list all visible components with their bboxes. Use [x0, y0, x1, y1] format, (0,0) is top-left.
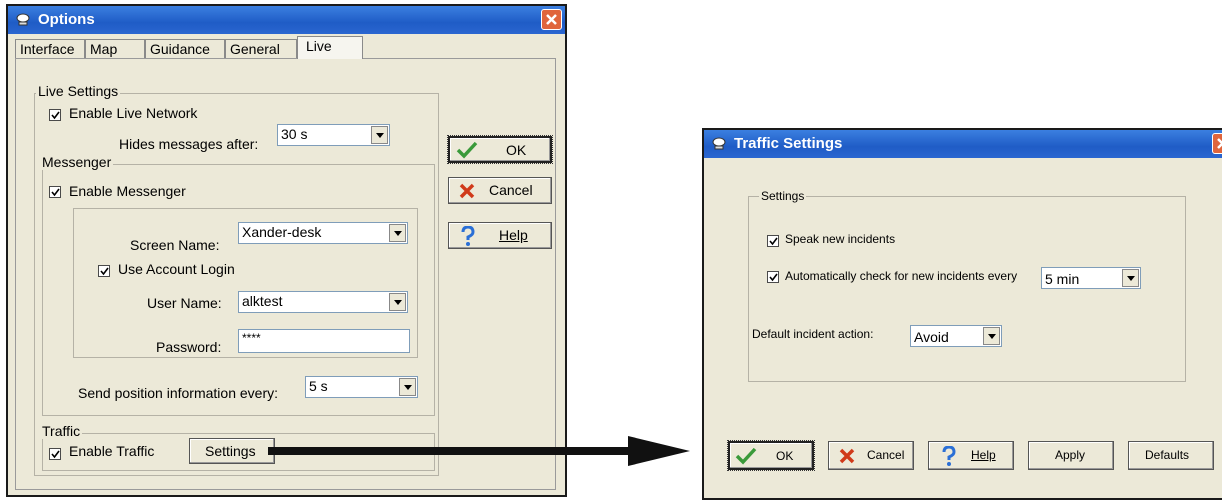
chevron-down-icon	[394, 231, 402, 236]
default-action-value: Avoid	[914, 329, 949, 345]
app-icon	[16, 13, 30, 26]
ts-apply-button[interactable]: Apply	[1028, 441, 1114, 470]
traffic-settings-title: Traffic Settings	[734, 135, 843, 152]
ts-apply-button-label: Apply	[1055, 448, 1086, 462]
hides-messages-select[interactable]: 30 s	[277, 124, 390, 146]
dropdown-arrow[interactable]	[1122, 269, 1139, 287]
help-button-label: Help	[499, 227, 528, 243]
chevron-down-icon	[988, 334, 996, 339]
ts-cancel-button-label: Cancel	[867, 448, 905, 462]
hides-messages-label: Hides messages after:	[119, 136, 259, 152]
enable-traffic-label: Enable Traffic	[69, 443, 155, 459]
ts-ok-button-label: OK	[776, 449, 794, 463]
speak-new-incidents-label: Speak new incidents	[785, 232, 896, 246]
tab-general[interactable]: General	[225, 39, 297, 58]
check-icon	[51, 188, 60, 197]
dropdown-arrow[interactable]	[389, 293, 406, 311]
dropdown-arrow[interactable]	[389, 224, 406, 242]
dropdown-arrow[interactable]	[983, 327, 1000, 345]
speak-new-incidents-checkbox[interactable]	[767, 235, 779, 247]
user-name-select[interactable]: alktest	[238, 291, 408, 313]
default-action-select[interactable]: Avoid	[910, 325, 1002, 347]
x-icon	[459, 183, 475, 199]
cancel-button-label: Cancel	[489, 182, 533, 198]
chevron-down-icon	[1127, 276, 1135, 281]
enable-live-network-checkbox[interactable]	[49, 109, 61, 121]
messenger-label: Messenger	[40, 154, 114, 170]
password-value: ****	[242, 331, 261, 345]
auto-check-label: Automatically check for new incidents ev…	[785, 269, 1018, 283]
auto-check-checkbox[interactable]	[767, 271, 779, 283]
ok-button[interactable]: OK	[447, 135, 553, 164]
ts-defaults-button-label: Defaults	[1145, 448, 1190, 462]
password-field[interactable]: ****	[238, 329, 410, 353]
help-icon	[942, 446, 956, 466]
traffic-label: Traffic	[40, 423, 83, 439]
auto-check-select[interactable]: 5 min	[1041, 267, 1141, 289]
traffic-settings-titlebar[interactable]: Traffic Settings	[704, 130, 1222, 158]
options-window: Options Interface Map Guidance General L…	[6, 4, 567, 497]
dropdown-arrow[interactable]	[371, 126, 388, 144]
close-icon	[546, 14, 557, 25]
send-position-value: 5 s	[309, 378, 328, 394]
user-name-value: alktest	[242, 293, 283, 309]
chevron-down-icon	[404, 385, 412, 390]
close-button[interactable]	[541, 9, 562, 30]
close-button[interactable]	[1212, 133, 1222, 154]
chevron-down-icon	[376, 133, 384, 138]
checkmark-icon	[456, 141, 478, 159]
ok-button-label: OK	[506, 142, 527, 158]
password-label: Password:	[156, 339, 222, 355]
traffic-settings-window: Traffic Settings Settings Speak new inci…	[702, 128, 1222, 500]
ts-ok-button[interactable]: OK	[727, 440, 815, 471]
traffic-settings-button[interactable]: Settings	[189, 438, 275, 464]
enable-traffic-checkbox[interactable]	[49, 448, 61, 460]
check-icon	[51, 450, 60, 459]
screen-name-select[interactable]: Xander-desk	[238, 222, 408, 244]
ts-cancel-button[interactable]: Cancel	[828, 441, 914, 470]
send-position-select[interactable]: 5 s	[305, 376, 418, 398]
check-icon	[51, 111, 60, 120]
ts-settings-group	[748, 196, 1186, 382]
enable-live-network-label: Enable Live Network	[69, 105, 198, 121]
hides-messages-value: 30 s	[281, 126, 308, 142]
enable-messenger-checkbox[interactable]	[49, 186, 61, 198]
traffic-settings-button-label: Settings	[205, 443, 256, 459]
tab-interface[interactable]: Interface	[15, 39, 85, 58]
default-action-label: Default incident action:	[752, 327, 874, 341]
cancel-button[interactable]: Cancel	[448, 177, 552, 204]
check-icon	[100, 267, 109, 276]
ts-help-button[interactable]: Help	[928, 441, 1014, 470]
app-icon	[712, 137, 726, 150]
check-icon	[769, 237, 778, 246]
ts-settings-label: Settings	[759, 189, 807, 203]
dropdown-arrow[interactable]	[399, 378, 416, 396]
options-title: Options	[38, 11, 95, 28]
send-position-label: Send position information every:	[78, 385, 278, 401]
tab-map[interactable]: Map	[85, 39, 145, 58]
help-button[interactable]: Help	[448, 222, 552, 249]
chevron-down-icon	[394, 300, 402, 305]
tab-live[interactable]: Live	[297, 36, 363, 59]
x-icon	[839, 448, 855, 464]
user-name-label: User Name:	[147, 295, 222, 311]
enable-messenger-label: Enable Messenger	[69, 183, 186, 199]
screen-name-label: Screen Name:	[130, 237, 220, 253]
options-titlebar[interactable]: Options	[8, 6, 565, 34]
live-tab-panel: Live Settings Enable Live Network Hides …	[15, 58, 556, 490]
tab-guidance[interactable]: Guidance	[145, 39, 225, 58]
check-icon	[769, 273, 778, 282]
ts-defaults-button[interactable]: Defaults	[1128, 441, 1214, 470]
use-account-login-label: Use Account Login	[118, 261, 235, 277]
auto-check-value: 5 min	[1045, 271, 1080, 287]
checkmark-icon	[735, 447, 757, 465]
screen-name-value: Xander-desk	[242, 224, 322, 240]
help-icon	[461, 226, 475, 246]
use-account-login-checkbox[interactable]	[98, 265, 110, 277]
live-settings-label: Live Settings	[36, 83, 121, 99]
ts-help-button-label: Help	[971, 448, 996, 462]
close-icon	[1217, 138, 1222, 149]
flow-arrow	[268, 436, 690, 466]
